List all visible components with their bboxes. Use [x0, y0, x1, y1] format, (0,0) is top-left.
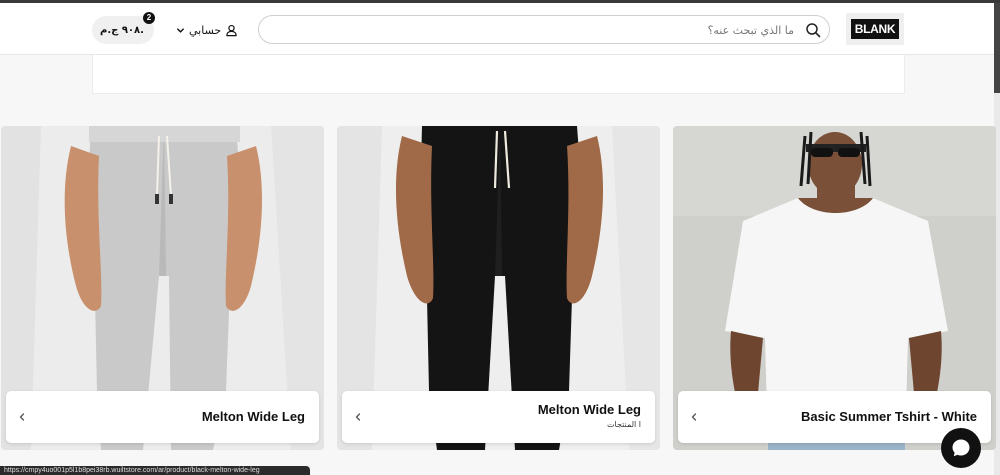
account-label: حسابي — [189, 23, 222, 37]
product-card[interactable]: Melton Wide Leg ا المنتجات — [337, 126, 660, 450]
product-title: Melton Wide Leg — [537, 402, 641, 417]
chat-button[interactable] — [941, 428, 981, 468]
product-title: Melton Wide Leg — [201, 409, 305, 424]
chat-icon — [952, 439, 970, 457]
brand-logo[interactable]: BLANK — [846, 13, 904, 45]
announcement-area — [92, 55, 905, 94]
product-card-label[interactable]: Melton Wide Leg — [6, 391, 319, 443]
chevron-left-icon[interactable] — [16, 411, 28, 423]
site-header: BLANK حسابي ٩٠٨ ج.م. 2 — [0, 3, 994, 55]
brand-logo-text: BLANK — [850, 19, 900, 39]
product-subtitle: ا المنتجات — [606, 420, 641, 429]
status-bar-url: https://cmpy4uo001p5l1b8pei38rb.wuiltsto… — [0, 466, 310, 475]
product-card-label[interactable]: Melton Wide Leg ا المنتجات — [342, 391, 655, 443]
scrollbar-thumb[interactable] — [994, 3, 1000, 93]
search-input[interactable] — [279, 20, 794, 40]
product-card[interactable]: Melton Wide Leg — [1, 126, 324, 450]
cart-total: ٩٠٨ ج.م. — [100, 24, 144, 36]
product-card[interactable]: Basic Summer Tshirt - White — [673, 126, 996, 450]
user-icon — [226, 24, 237, 36]
account-menu[interactable]: حسابي — [176, 21, 238, 39]
chevron-left-icon[interactable] — [688, 411, 700, 423]
chevron-left-icon[interactable] — [352, 411, 364, 423]
cart-count-badge: 2 — [143, 12, 155, 24]
search-bar[interactable] — [258, 15, 830, 44]
cart-button[interactable]: ٩٠٨ ج.م. 2 — [92, 12, 155, 44]
chevron-down-icon — [177, 27, 184, 33]
search-icon[interactable] — [805, 22, 821, 38]
product-title: Basic Summer Tshirt - White — [800, 409, 977, 424]
